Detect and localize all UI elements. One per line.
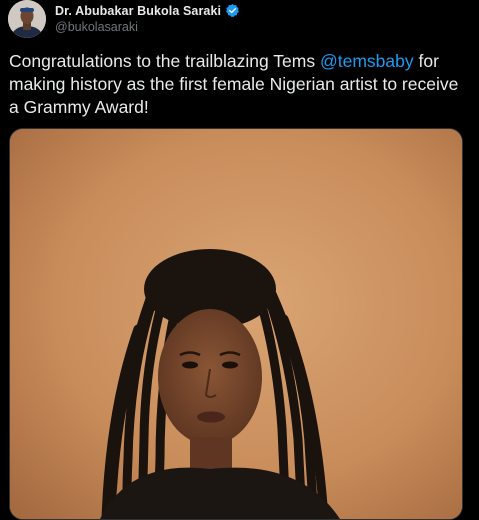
portrait-photo-icon (10, 129, 462, 519)
mention-link[interactable]: @temsbaby (320, 51, 414, 71)
verified-badge-icon (226, 3, 240, 17)
tweet-media-photo[interactable] (9, 128, 463, 520)
author-handle[interactable]: @bukolasaraki (55, 20, 138, 34)
user-avatar-icon (8, 0, 46, 38)
author-avatar[interactable] (8, 0, 46, 38)
tweet-text: Congratulations to the trailblazing Tems… (9, 50, 471, 119)
tweet-text-before: Congratulations to the trailblazing Tems (9, 51, 320, 71)
author-display-name[interactable]: Dr. Abubakar Bukola Saraki (55, 4, 221, 18)
tweet: Dr. Abubakar Bukola Saraki @bukolasaraki… (0, 0, 479, 520)
author-name-row: Dr. Abubakar Bukola Saraki (55, 3, 240, 18)
